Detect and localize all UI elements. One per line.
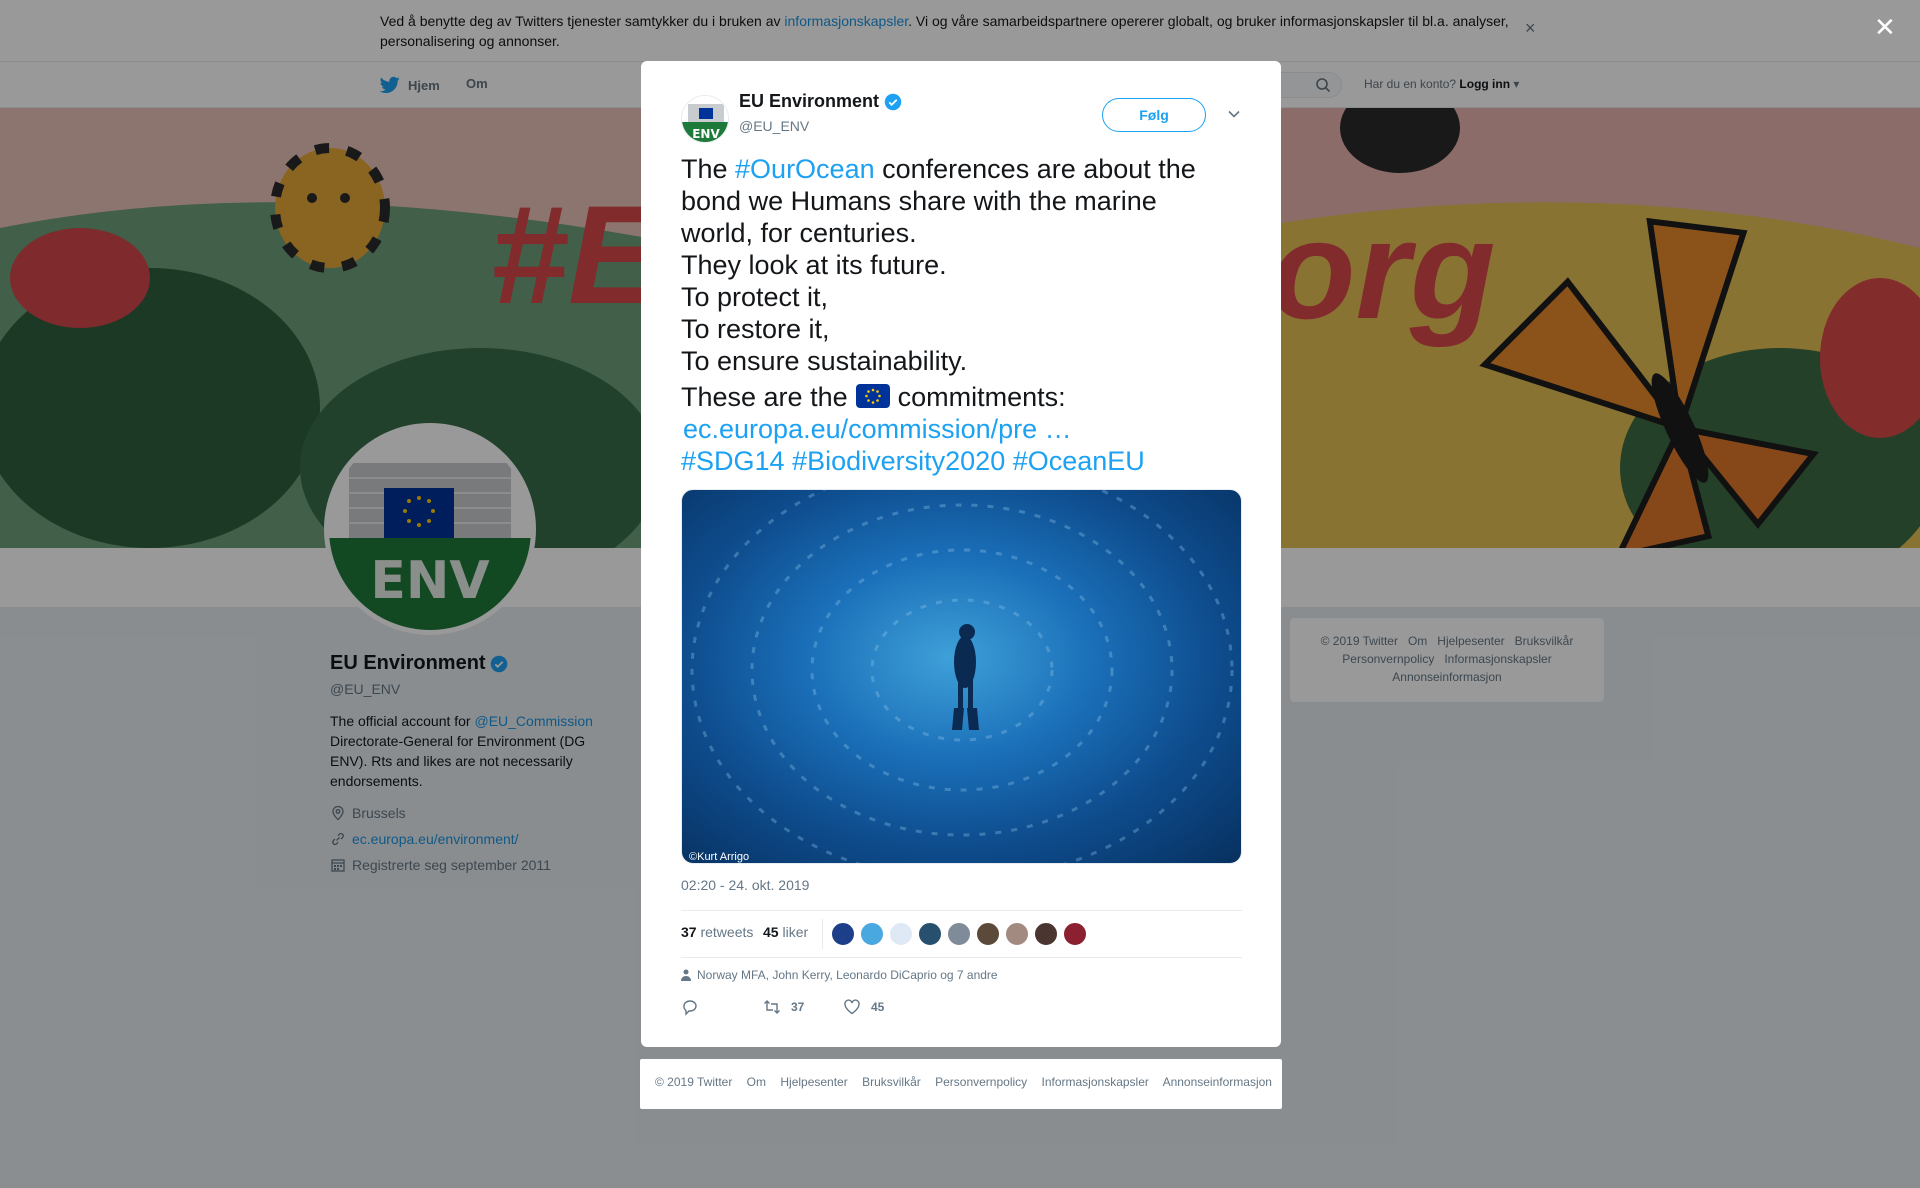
retweet-label: retweets: [700, 924, 754, 940]
follow-button[interactable]: Følg: [1102, 98, 1206, 132]
retweet-button[interactable]: 37: [763, 998, 804, 1016]
ocean-photo: [690, 490, 1234, 863]
eu-flag-emoji-icon: [855, 384, 890, 408]
liker-avatar[interactable]: [1005, 922, 1029, 946]
hashtag-ourocean[interactable]: #OurOcean: [735, 154, 875, 184]
liker-avatar[interactable]: [918, 922, 942, 946]
tweet-text-part: The: [681, 154, 736, 184]
tweet-line: They look at its future.: [681, 250, 947, 280]
tweet-link[interactable]: ec.europa.eu/commission/pre …: [683, 414, 1072, 444]
retweet-stat[interactable]: 37 retweets: [681, 924, 753, 940]
tweet-line: To protect it,: [681, 282, 829, 312]
tweet-author-name[interactable]: EU Environment: [739, 91, 879, 112]
svg-text:ENV: ENV: [692, 127, 720, 141]
liker-avatar[interactable]: [1063, 922, 1087, 946]
footer-privacy-link[interactable]: Personvernpolicy: [935, 1075, 1027, 1089]
tweet-author-name-row: EU Environment: [739, 91, 902, 112]
tweet-line: world, for centuries.: [681, 218, 917, 248]
chevron-down-icon[interactable]: [1227, 107, 1241, 121]
tweet-text: The #OurOcean conferences are about the …: [681, 153, 1251, 477]
tweet-timestamp[interactable]: 02:20 - 24. okt. 2019: [681, 877, 809, 893]
media-credit: ©Kurt Arrigo: [689, 851, 750, 863]
tweet-media-image[interactable]: ©Kurt Arrigo: [681, 489, 1242, 864]
retweet-count: 37: [681, 924, 697, 940]
divider: [822, 919, 823, 949]
likers-text: Norway MFA, John Kerry, Leonardo DiCapri…: [697, 968, 998, 982]
like-button[interactable]: 45: [843, 998, 884, 1016]
tweet-line: #SDG14 #Biodiversity2020 #OceanEU: [681, 445, 1251, 477]
hashtag-oceaneu[interactable]: #OceanEU: [1013, 446, 1145, 476]
retweet-icon: [764, 1000, 780, 1014]
tweet-line: bond we Humans share with the marine: [681, 186, 1157, 216]
footer-help-link[interactable]: Hjelpesenter: [780, 1075, 847, 1089]
tweet-text-part: commitments:: [897, 382, 1066, 412]
footer-ads-link[interactable]: Annonseinformasjon: [1163, 1075, 1272, 1089]
liker-avatar[interactable]: [947, 922, 971, 946]
env-logo-icon: ENV: [682, 96, 728, 142]
like-action-count: 45: [871, 1000, 885, 1014]
footer-terms-link[interactable]: Bruksvilkår: [862, 1075, 921, 1089]
reply-button[interactable]: [681, 998, 709, 1016]
hashtag-biodiversity2020[interactable]: #Biodiversity2020: [792, 446, 1005, 476]
tweet-author-handle[interactable]: @EU_ENV: [739, 118, 809, 134]
retweet-action-count: 37: [791, 1000, 805, 1014]
footer-cookies-link[interactable]: Informasjonskapsler: [1042, 1075, 1149, 1089]
footer-about-link[interactable]: Om: [747, 1075, 766, 1089]
tweet-stats: 37 retweets 45 liker: [681, 910, 1242, 958]
verified-badge-icon: [884, 93, 902, 110]
tweet-text-part: conferences are about the: [874, 154, 1196, 184]
tweet-actions: 37 45: [681, 998, 1242, 1020]
like-stat[interactable]: 45 liker: [763, 924, 808, 940]
tweet-line: These are the commitments:: [681, 381, 1251, 413]
like-count: 45: [763, 924, 779, 940]
liker-avatar[interactable]: [860, 922, 884, 946]
modal-footer: © 2019 Twitter Om Hjelpesenter Bruksvilk…: [640, 1059, 1282, 1109]
tweet-author-avatar[interactable]: ENV: [681, 95, 729, 143]
liker-avatar[interactable]: [889, 922, 913, 946]
reply-icon: [683, 1000, 697, 1016]
tweet-line: The #OurOcean conferences are about the: [681, 153, 1251, 185]
footer-copyright: © 2019 Twitter: [655, 1075, 733, 1089]
tweet-line: To ensure sustainability.: [681, 346, 968, 376]
heart-icon: [844, 999, 860, 1015]
tweet-text-part: These are the: [681, 382, 848, 412]
tweet-line: To restore it,: [681, 314, 830, 344]
tweet-modal: ENV EU Environment @EU_ENV Følg The #Our…: [641, 61, 1281, 1047]
person-icon: [681, 969, 691, 981]
likers-summary[interactable]: Norway MFA, John Kerry, Leonardo DiCapri…: [681, 968, 998, 982]
liker-avatar[interactable]: [1034, 922, 1058, 946]
close-icon[interactable]: ✕: [1874, 12, 1896, 43]
liker-avatar[interactable]: [976, 922, 1000, 946]
hashtag-sdg14[interactable]: #SDG14: [681, 446, 785, 476]
liker-avatar[interactable]: [831, 922, 855, 946]
like-label: liker: [782, 924, 809, 940]
